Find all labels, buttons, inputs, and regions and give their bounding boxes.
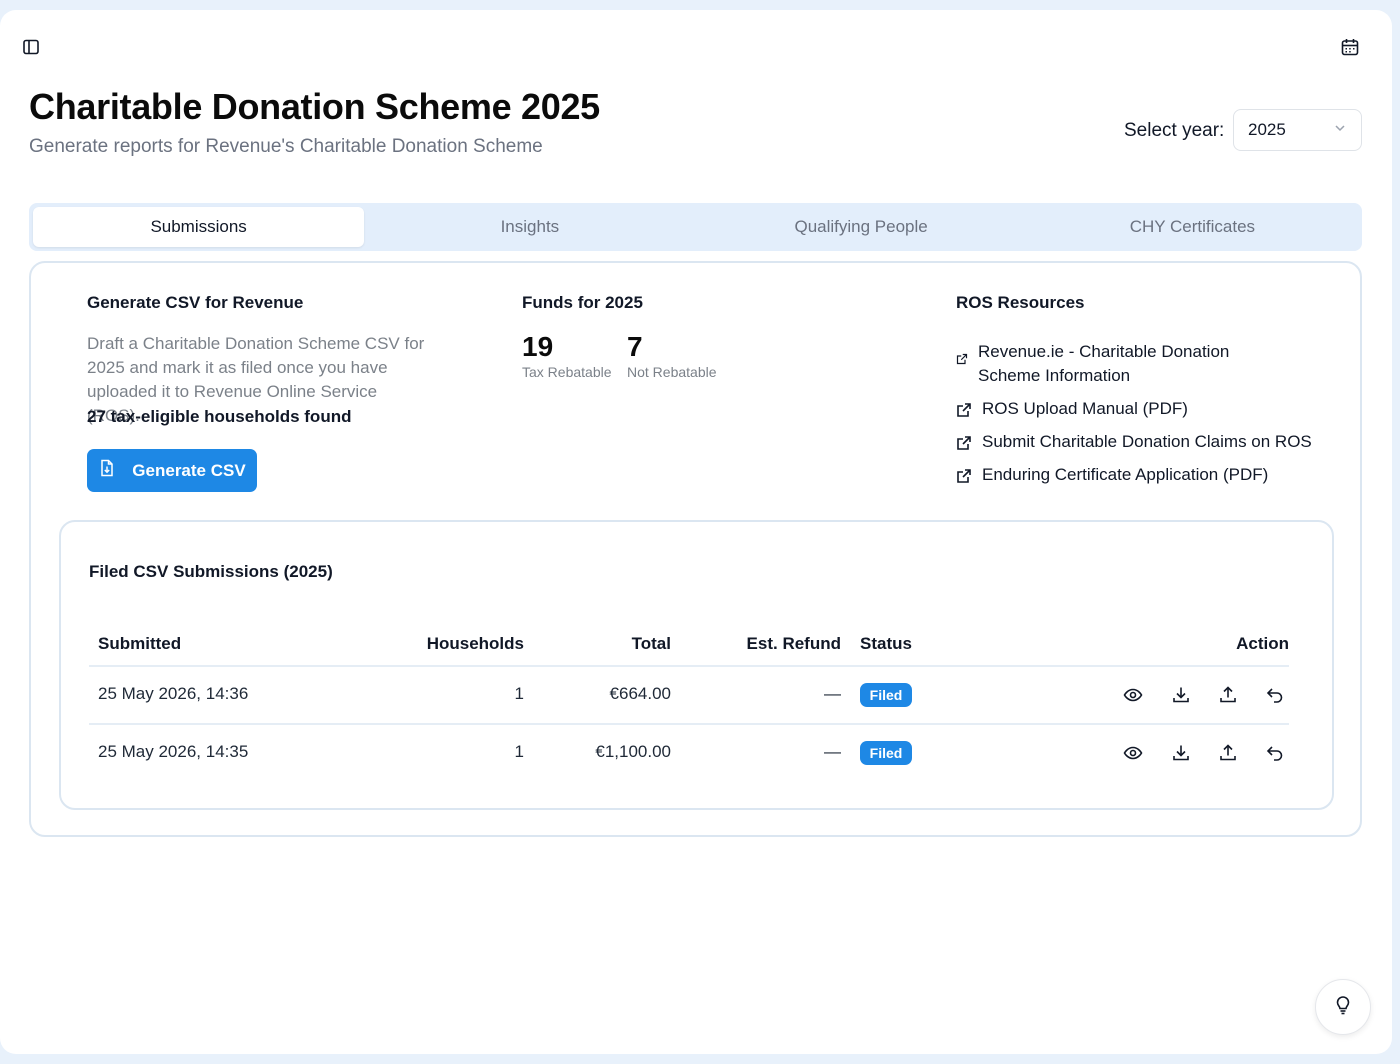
upload-icon[interactable] bbox=[1216, 683, 1240, 707]
resource-link-ros-manual[interactable]: ROS Upload Manual (PDF) bbox=[956, 397, 1188, 425]
tab-chy-certificates[interactable]: CHY Certificates bbox=[1027, 207, 1358, 247]
year-select[interactable]: 2025 bbox=[1233, 109, 1362, 151]
calendar-icon[interactable] bbox=[1338, 35, 1362, 59]
chevron-down-icon bbox=[1333, 120, 1347, 140]
eye-icon[interactable] bbox=[1121, 683, 1145, 707]
tax-rebatable-label: Tax Rebatable bbox=[522, 364, 612, 380]
funds-section-title: Funds for 2025 bbox=[522, 293, 643, 312]
help-button[interactable] bbox=[1315, 979, 1371, 1035]
resource-link-label: Submit Charitable Donation Claims on ROS bbox=[982, 432, 1312, 451]
column-header-submitted[interactable]: Submitted bbox=[98, 634, 181, 654]
resources-section-title: ROS Resources bbox=[956, 293, 1085, 312]
table-row: 25 May 2026, 14:35 1 €1,100.00 — Filed bbox=[89, 723, 1289, 781]
sidebar-toggle-icon[interactable] bbox=[19, 35, 43, 59]
row-est-refund: — bbox=[824, 742, 841, 761]
row-households: 1 bbox=[514, 742, 524, 761]
lightbulb-icon bbox=[1333, 995, 1353, 1020]
column-header-total[interactable]: Total bbox=[569, 634, 671, 654]
column-header-households[interactable]: Households bbox=[389, 634, 524, 654]
generate-csv-label: Generate CSV bbox=[132, 460, 246, 480]
column-header-action: Action bbox=[1236, 634, 1289, 653]
download-icon[interactable] bbox=[1169, 741, 1193, 765]
external-link-icon bbox=[956, 401, 972, 425]
tax-rebatable-count: 19 bbox=[522, 331, 554, 362]
row-submitted: 25 May 2026, 14:36 bbox=[98, 684, 249, 703]
eligible-households-count: 27 tax-eligible households found bbox=[87, 407, 352, 426]
submissions-panel: Generate CSV for Revenue Draft a Charita… bbox=[29, 261, 1362, 837]
resource-link-enduring-certificate[interactable]: Enduring Certificate Application (PDF) bbox=[956, 463, 1268, 491]
status-badge: Filed bbox=[860, 683, 912, 707]
row-submitted: 25 May 2026, 14:35 bbox=[98, 742, 249, 761]
resource-link-label: Revenue.ie - Charitable Donation Scheme … bbox=[978, 342, 1230, 385]
tab-qualifying-people[interactable]: Qualifying People bbox=[696, 207, 1027, 247]
tab-insights[interactable]: Insights bbox=[364, 207, 695, 247]
tab-submissions[interactable]: Submissions bbox=[33, 207, 365, 247]
resource-link-label: ROS Upload Manual (PDF) bbox=[982, 399, 1188, 418]
tab-bar: Submissions Insights Qualifying People C… bbox=[29, 203, 1362, 251]
external-link-icon bbox=[956, 467, 972, 491]
row-total: €664.00 bbox=[609, 684, 671, 703]
eye-icon[interactable] bbox=[1121, 741, 1145, 765]
generate-section-title: Generate CSV for Revenue bbox=[87, 293, 304, 312]
year-select-label: Select year: bbox=[1124, 120, 1225, 141]
download-icon[interactable] bbox=[1169, 683, 1193, 707]
page-subtitle: Generate reports for Revenue's Charitabl… bbox=[29, 136, 543, 157]
resource-link-submit-claims[interactable]: Submit Charitable Donation Claims on ROS bbox=[956, 430, 1312, 458]
filed-submissions-title: Filed CSV Submissions (2025) bbox=[89, 562, 333, 581]
undo-icon[interactable] bbox=[1263, 683, 1287, 707]
external-link-icon bbox=[956, 434, 972, 458]
resource-link-revenue-cds[interactable]: Revenue.ie - Charitable Donation Scheme … bbox=[956, 340, 1296, 388]
upload-icon[interactable] bbox=[1216, 741, 1240, 765]
column-header-est-refund[interactable]: Est. Refund bbox=[729, 634, 841, 654]
row-est-refund: — bbox=[824, 684, 841, 703]
page-title: Charitable Donation Scheme 2025 bbox=[29, 86, 600, 127]
row-households: 1 bbox=[514, 684, 524, 703]
external-link-icon bbox=[956, 348, 968, 372]
undo-icon[interactable] bbox=[1263, 741, 1287, 765]
row-total: €1,100.00 bbox=[595, 742, 671, 761]
generate-csv-button[interactable]: Generate CSV bbox=[87, 449, 257, 492]
column-header-status[interactable]: Status bbox=[860, 634, 912, 654]
not-rebatable-label: Not Rebatable bbox=[627, 364, 717, 380]
resource-link-label: Enduring Certificate Application (PDF) bbox=[982, 465, 1269, 484]
status-badge: Filed bbox=[860, 741, 912, 765]
app-window: Charitable Donation Scheme 2025 Generate… bbox=[0, 10, 1392, 1054]
not-rebatable-count: 7 bbox=[627, 331, 643, 362]
table-row: 25 May 2026, 14:36 1 €664.00 — Filed bbox=[89, 665, 1289, 723]
filed-submissions-card: Filed CSV Submissions (2025) Submitted H… bbox=[59, 520, 1334, 810]
file-download-icon bbox=[98, 459, 116, 482]
year-select-value: 2025 bbox=[1248, 120, 1286, 139]
